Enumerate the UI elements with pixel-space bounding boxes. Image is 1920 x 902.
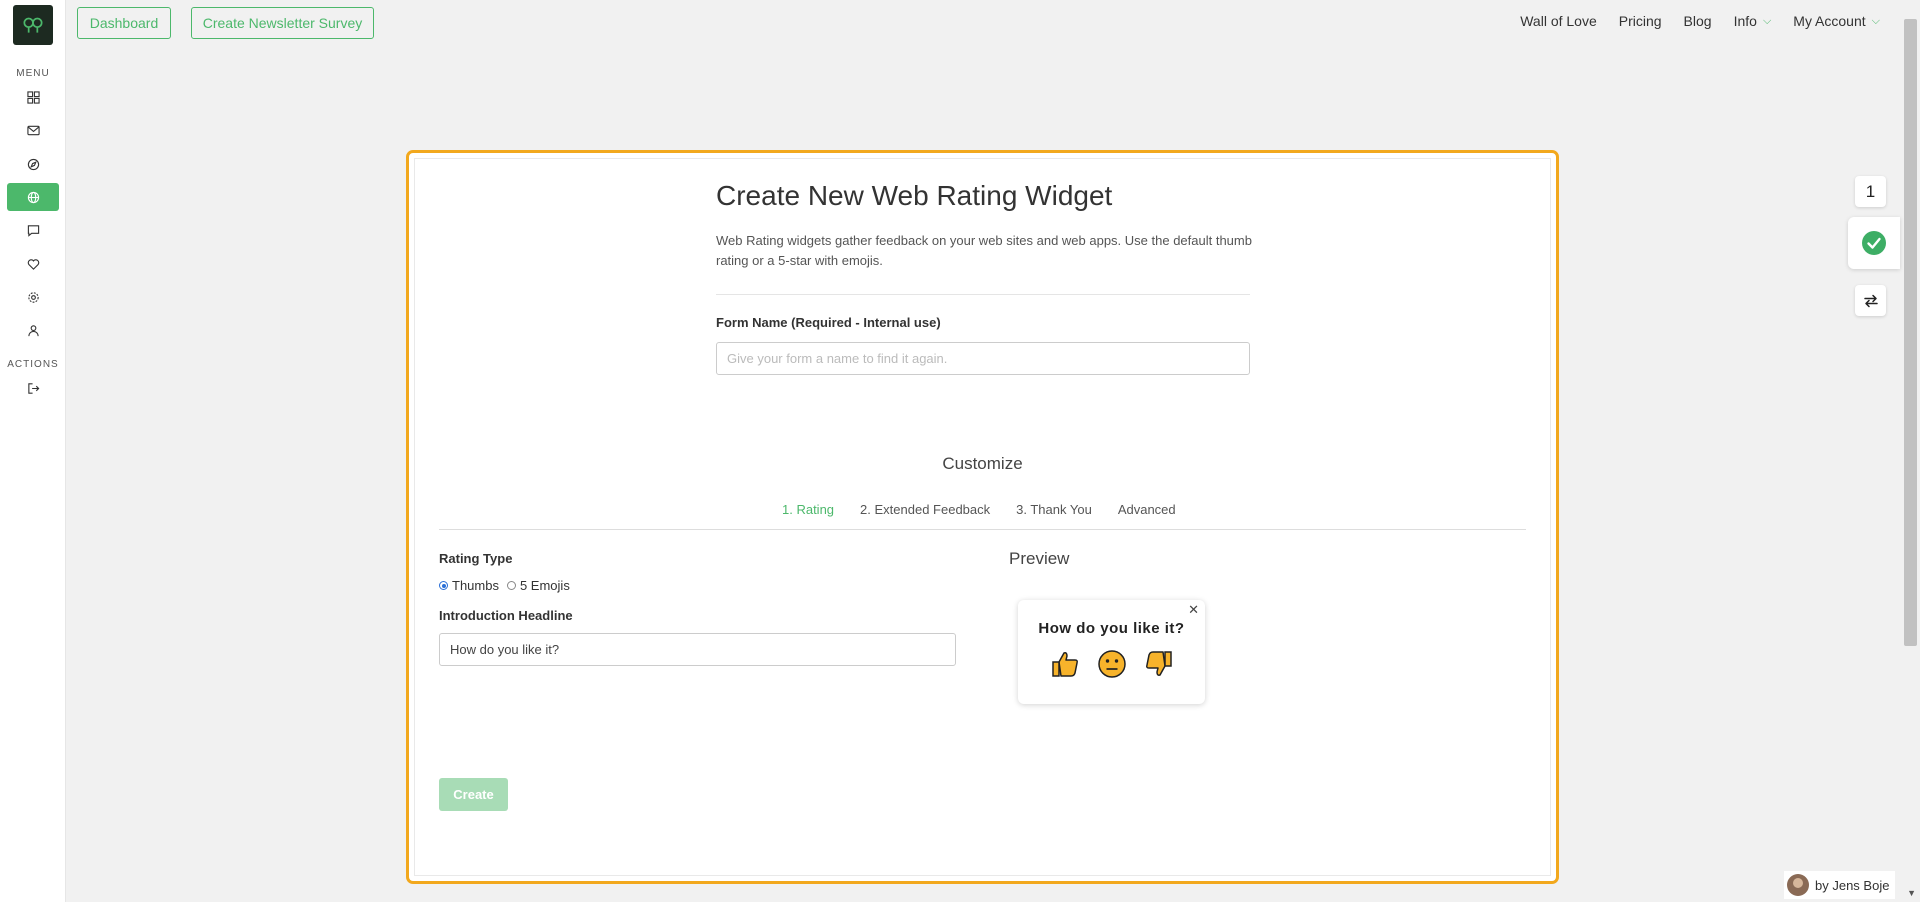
swap-side-button[interactable]	[1855, 285, 1886, 316]
app-logo[interactable]	[13, 5, 53, 45]
chevron-down-icon: ⌵	[1871, 14, 1880, 27]
tab-thank-you[interactable]: 3. Thank You	[1003, 502, 1105, 530]
form-name-label: Form Name (Required - Internal use)	[716, 315, 941, 330]
page-scrollbar[interactable]: ▼	[1902, 0, 1920, 902]
rating-type-label: Rating Type	[439, 551, 513, 566]
create-button[interactable]: Create	[439, 778, 508, 811]
nav-menu-my-account-label: My Account	[1793, 13, 1866, 29]
mail-icon	[26, 125, 40, 135]
radio-thumbs-label[interactable]: Thumbs	[452, 578, 499, 593]
sidebar-item-newsletter[interactable]	[7, 116, 59, 144]
nav-link-blog[interactable]: Blog	[1684, 13, 1712, 29]
tab-extended-feedback[interactable]: 2. Extended Feedback	[847, 502, 1003, 530]
checklist-count-badge[interactable]: 1	[1855, 176, 1886, 207]
grid-icon	[26, 90, 40, 104]
scrollbar-thumb[interactable]	[1904, 19, 1917, 646]
sidebar-item-web-rating[interactable]	[7, 183, 59, 211]
radio-5-emojis[interactable]	[506, 581, 516, 590]
scroll-down-arrow-icon[interactable]: ▼	[1907, 888, 1916, 898]
rating-widget-preview: ✕ How do you like it?	[1018, 600, 1205, 704]
form-name-input[interactable]: Give your form a name to find it again.	[716, 342, 1250, 375]
customize-tabs: 1. Rating 2. Extended Feedback 3. Thank …	[769, 502, 1189, 530]
heart-icon	[27, 258, 39, 270]
sidebar-item-feedback[interactable]	[7, 216, 59, 244]
globe-icon	[27, 191, 39, 203]
swap-arrows-icon	[1863, 294, 1878, 307]
logout-icon	[27, 382, 39, 394]
create-newsletter-survey-button[interactable]: Create Newsletter Survey	[191, 7, 374, 39]
actions-label: ACTIONS	[7, 359, 59, 370]
chevron-down-icon: ⌵	[1762, 14, 1772, 27]
radio-thumbs[interactable]	[439, 581, 448, 590]
dashboard-button[interactable]: Dashboard	[77, 7, 171, 39]
widget-question: How do you like it?	[1038, 620, 1185, 637]
nav-menu-info[interactable]: Info ⌵	[1734, 13, 1772, 29]
check-circle-icon	[1862, 231, 1886, 255]
customize-heading: Customize	[942, 454, 1023, 473]
tab-advanced[interactable]: Advanced	[1105, 502, 1189, 530]
thumbs-up-icon[interactable]	[1050, 648, 1082, 680]
nav-link-pricing[interactable]: Pricing	[1619, 13, 1662, 29]
tabs-divider	[439, 529, 1526, 530]
author-byline[interactable]: by Jens Boje	[1784, 871, 1896, 899]
compass-icon	[27, 158, 39, 170]
radio-5-emojis-label[interactable]: 5 Emojis	[520, 578, 570, 593]
sidebar-item-explore[interactable]	[7, 150, 59, 178]
logo-icon	[23, 17, 43, 33]
neutral-face-icon[interactable]	[1096, 648, 1128, 680]
nav-menu-my-account[interactable]: My Account ⌵	[1793, 13, 1880, 29]
sidebar-item-settings[interactable]	[7, 283, 59, 311]
sidebar-item-account[interactable]	[7, 316, 59, 344]
nav-link-wall-of-love[interactable]: Wall of Love	[1520, 13, 1597, 29]
intro-headline-input[interactable]: How do you like it?	[439, 633, 956, 666]
gear-icon	[27, 291, 39, 303]
chat-icon	[27, 224, 39, 237]
user-icon	[27, 324, 39, 336]
page-description: Web Rating widgets gather feedback on yo…	[716, 233, 1252, 268]
tab-rating[interactable]: 1. Rating	[769, 502, 848, 530]
intro-headline-label: Introduction Headline	[439, 608, 573, 623]
sidebar-item-wall-of-love[interactable]	[7, 250, 59, 278]
avatar	[1787, 874, 1809, 896]
menu-label: MENU	[16, 68, 50, 79]
preview-title: Preview	[1009, 549, 1070, 568]
sidebar: MENU ACTIONS	[0, 0, 66, 902]
checklist-toggle[interactable]	[1848, 217, 1900, 269]
rating-type-options: Thumbs 5 Emojis	[439, 578, 570, 593]
close-icon[interactable]: ✕	[1188, 602, 1199, 618]
widget-rating-options	[1050, 648, 1174, 680]
top-nav-links: Wall of Love Pricing Blog Info ⌵ My Acco…	[1520, 13, 1880, 29]
nav-menu-info-label: Info	[1733, 13, 1757, 29]
sidebar-item-dashboard[interactable]	[7, 83, 59, 111]
sidebar-item-logout[interactable]	[7, 374, 59, 402]
divider	[716, 294, 1250, 295]
byline-text: by Jens Boje	[1815, 877, 1890, 893]
thumbs-down-icon[interactable]	[1142, 648, 1174, 680]
page-title: Create New Web Rating Widget	[716, 180, 1113, 211]
